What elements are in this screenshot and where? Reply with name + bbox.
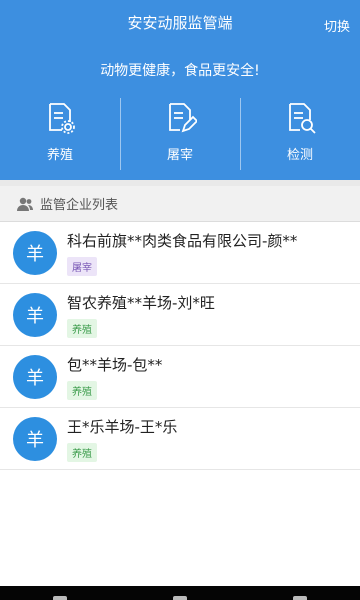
system-nav-bar <box>0 586 360 600</box>
company-name: 科右前旗**肉类食品有限公司-颜** <box>67 231 298 250</box>
list-item[interactable]: 羊 智农养殖**羊场-刘*旺 养殖 <box>0 284 360 346</box>
home-icon[interactable] <box>173 596 187 600</box>
doc-gear-icon <box>42 100 78 136</box>
module-label: 养殖 <box>46 148 73 163</box>
app-header: 安安动服监管端 切换 <box>0 0 360 52</box>
module-slaughter[interactable]: 屠宰 <box>120 90 240 180</box>
avatar: 羊 <box>13 292 57 337</box>
back-icon[interactable] <box>53 596 67 600</box>
type-badge: 屠宰 <box>67 256 97 276</box>
section-header: 监管企业列表 <box>0 186 360 222</box>
avatar: 羊 <box>13 354 57 399</box>
list-item[interactable]: 羊 王*乐羊场-王*乐 养殖 <box>0 408 360 470</box>
company-name: 包**羊场-包** <box>67 355 163 374</box>
recents-icon[interactable] <box>293 596 307 600</box>
type-badge: 养殖 <box>67 318 97 338</box>
company-name: 王*乐羊场-王*乐 <box>67 417 178 436</box>
users-icon <box>16 195 34 213</box>
module-bar: 养殖 屠宰 检测 <box>0 90 360 180</box>
module-breeding[interactable]: 养殖 <box>0 90 120 180</box>
type-badge: 养殖 <box>67 442 97 462</box>
list-item[interactable]: 羊 科右前旗**肉类食品有限公司-颜** 屠宰 <box>0 222 360 284</box>
section-title: 监管企业列表 <box>40 198 119 213</box>
module-label: 屠宰 <box>166 148 193 163</box>
page-title: 安安动服监管端 <box>127 14 233 32</box>
doc-edit-icon <box>162 100 198 136</box>
type-badge: 养殖 <box>67 380 97 400</box>
doc-search-icon <box>282 100 318 136</box>
switch-button[interactable]: 切换 <box>324 16 350 35</box>
module-testing[interactable]: 检测 <box>240 90 360 180</box>
slogan-banner: 动物更健康，食品更安全! <box>0 52 360 90</box>
avatar: 羊 <box>13 230 57 275</box>
company-list: 羊 科右前旗**肉类食品有限公司-颜** 屠宰 羊 智农养殖**羊场-刘*旺 养… <box>0 222 360 470</box>
module-label: 检测 <box>286 148 313 163</box>
company-name: 智农养殖**羊场-刘*旺 <box>67 293 215 312</box>
avatar: 羊 <box>13 416 57 461</box>
list-item[interactable]: 羊 包**羊场-包** 养殖 <box>0 346 360 408</box>
